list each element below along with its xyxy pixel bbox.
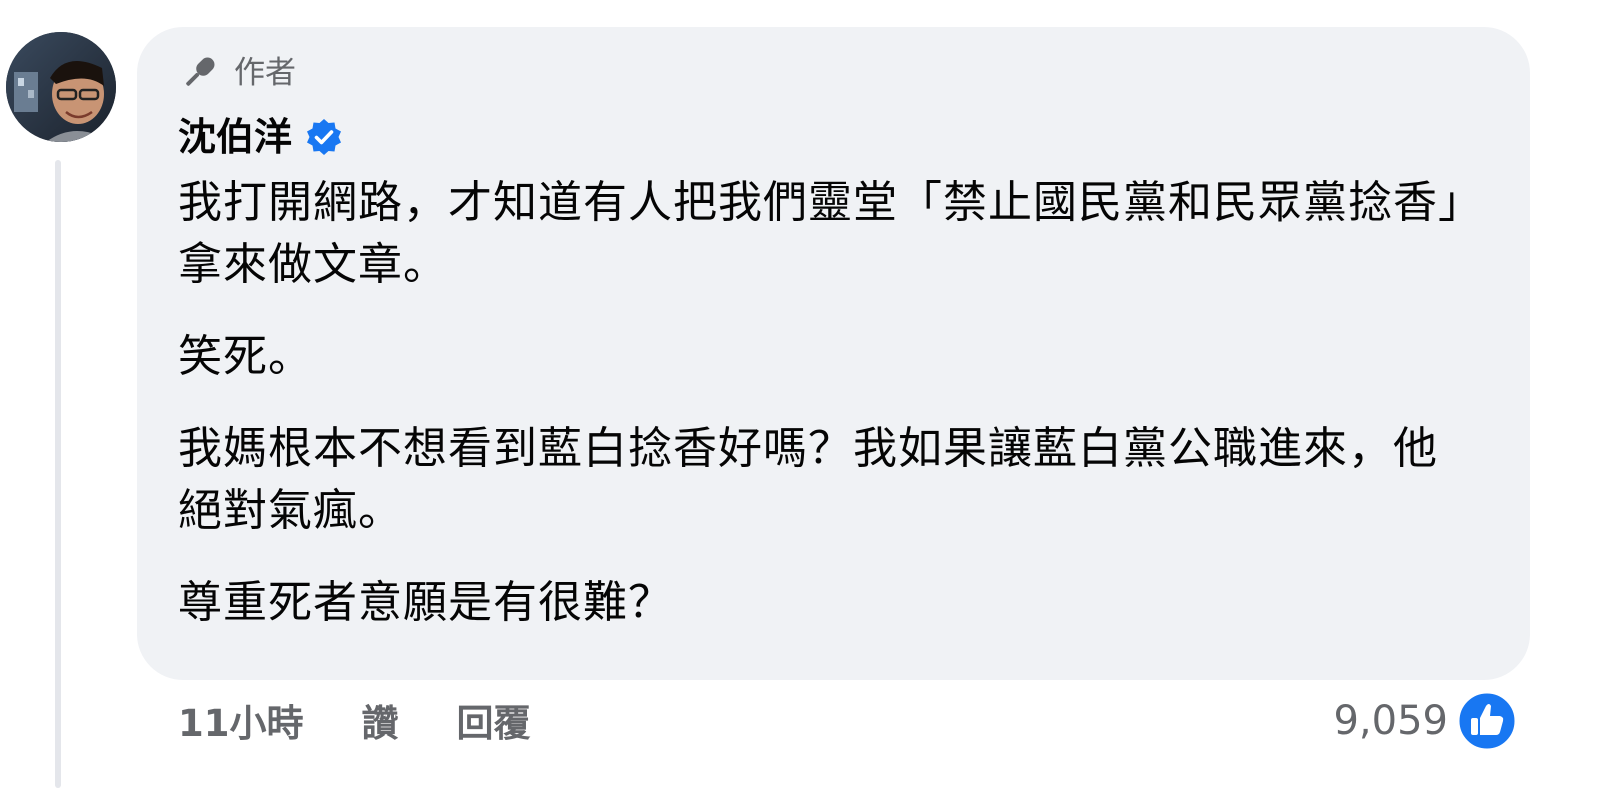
author-badge-label: 作者: [234, 55, 296, 91]
timestamp-link[interactable]: 11小時: [178, 700, 304, 748]
verified-badge-icon: [307, 119, 342, 155]
avatar[interactable]: [6, 32, 116, 142]
comment-paragraph: 笑死。: [178, 331, 313, 382]
microphone-icon: [186, 57, 215, 86]
comment-body: 我打開網路，才知道有人把我們靈堂「禁止國民黨和民眾黨捻香」拿來做文章。 笑死。 …: [178, 172, 1478, 664]
comment-paragraph: 我媽根本不想看到藍白捻香好嗎？我如果讓藍白黨公職進來，他絕對氣瘋。: [178, 423, 1438, 536]
author-badge: 作者: [178, 52, 296, 94]
comment-paragraph: 尊重死者意願是有很難？: [178, 577, 673, 628]
comment-actions: 11小時 讚 回覆: [178, 700, 589, 748]
thread-line: [55, 160, 61, 788]
thumbs-up-icon: [1456, 690, 1518, 752]
reply-button[interactable]: 回覆: [457, 700, 531, 748]
reaction-summary[interactable]: 9,059: [1333, 690, 1518, 752]
author-name[interactable]: 沈伯洋: [178, 112, 292, 162]
reaction-count: 9,059: [1333, 698, 1448, 744]
author-name-row: 沈伯洋: [178, 112, 344, 162]
comment-paragraph: 我打開網路，才知道有人把我們靈堂「禁止國民黨和民眾黨捻香」拿來做文章。: [178, 177, 1461, 290]
avatar-image: [6, 32, 116, 142]
like-button[interactable]: 讚: [362, 700, 399, 748]
